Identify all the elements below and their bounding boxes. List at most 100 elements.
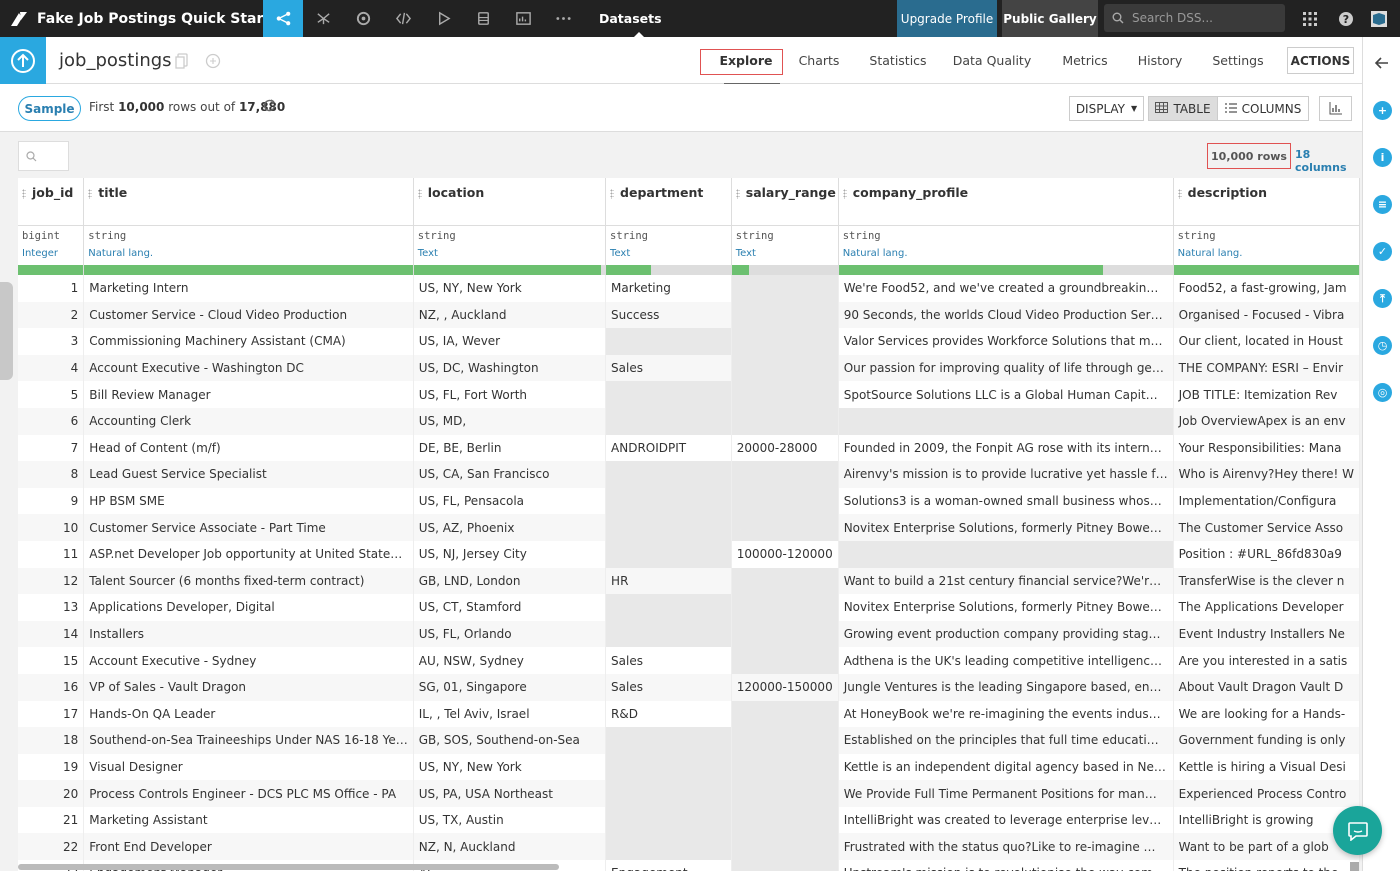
run-icon[interactable]: [423, 0, 463, 37]
cell-title[interactable]: Visual Designer: [83, 753, 414, 781]
table-row[interactable]: 3 Commissioning Machinery Assistant (CMA)…: [18, 328, 1360, 355]
list-icon[interactable]: ≡: [1373, 195, 1392, 214]
cell-location[interactable]: US, DC, Washington: [413, 354, 607, 382]
cell-job_id[interactable]: 16: [18, 673, 85, 701]
column-meaning[interactable]: Natural lang.: [1178, 248, 1359, 259]
upgrade-profile-button[interactable]: Upgrade Profile: [897, 0, 997, 37]
cell-location[interactable]: US, CA, San Francisco: [413, 461, 607, 488]
cell-title[interactable]: Lead Guest Service Specialist: [83, 461, 414, 488]
horizontal-scrollbar[interactable]: [18, 864, 559, 870]
cell-company_profile[interactable]: [838, 540, 1174, 568]
cell-location[interactable]: GB, SOS, Southend-on-Sea: [413, 727, 607, 754]
cell-description[interactable]: Who is Airenvy?Hey there! W: [1173, 461, 1360, 488]
cell-salary_range[interactable]: [731, 275, 839, 302]
cell-job_id[interactable]: 21: [18, 806, 85, 834]
cell-location[interactable]: US, NY, New York: [413, 753, 607, 781]
table-row[interactable]: 5 Bill Review Manager US, FL, Fort Worth Sp…: [18, 381, 1360, 408]
cell-job_id[interactable]: 11: [18, 540, 85, 568]
cell-company_profile[interactable]: At HoneyBook we're re-imagining the even…: [838, 700, 1174, 728]
cell-description[interactable]: The position reports to the: [1173, 860, 1360, 871]
cell-salary_range[interactable]: [731, 806, 839, 834]
cell-job_id[interactable]: 12: [18, 567, 85, 595]
cell-title[interactable]: Customer Service Associate - Part Time: [83, 514, 414, 541]
cell-department[interactable]: [605, 487, 732, 515]
left-panel-handle[interactable]: [0, 282, 13, 380]
table-row[interactable]: 9 HP BSM SME US, FL, Pensacola Solutions3 i…: [18, 487, 1360, 515]
cell-department[interactable]: [605, 540, 732, 568]
column-meaning[interactable]: Text: [736, 248, 838, 259]
cell-company_profile[interactable]: Established on the principles that full …: [838, 727, 1174, 754]
apps-grid-icon[interactable]: [1295, 0, 1325, 37]
cell-salary_range[interactable]: [731, 647, 839, 674]
cell-company_profile[interactable]: Valor Services provides Workforce Soluti…: [838, 328, 1174, 355]
cell-title[interactable]: Southend-on-Sea Traineeships Under NAS 1…: [83, 727, 414, 754]
cell-salary_range[interactable]: [731, 727, 839, 754]
cell-description[interactable]: Want to be part of a glob: [1173, 833, 1360, 861]
collapse-arrow-icon[interactable]: [1374, 55, 1390, 74]
cell-job_id[interactable]: 20: [18, 780, 85, 807]
cell-title[interactable]: VP of Sales - Vault Dragon: [83, 673, 414, 701]
table-row[interactable]: 8 Lead Guest Service Specialist US, CA, Sa…: [18, 461, 1360, 488]
cell-job_id[interactable]: 13: [18, 594, 85, 621]
column-meaning[interactable]: Text: [610, 248, 731, 259]
cell-company_profile[interactable]: Frustrated with the status quo?Like to r…: [838, 833, 1174, 861]
cell-job_id[interactable]: 8: [18, 461, 85, 488]
cell-department[interactable]: [605, 381, 732, 408]
cell-salary_range[interactable]: [731, 780, 839, 807]
cell-department[interactable]: Sales: [605, 647, 732, 674]
cell-department[interactable]: [605, 461, 732, 488]
cell-location[interactable]: US, NJ, Jersey City: [413, 540, 607, 568]
tab-history[interactable]: History: [1130, 37, 1190, 84]
cell-job_id[interactable]: 7: [18, 434, 85, 462]
cell-salary_range[interactable]: [731, 833, 839, 861]
table-row[interactable]: 6 Accounting Clerk US, MD, Job OverviewApex…: [18, 407, 1360, 435]
dss-logo-icon[interactable]: [0, 0, 37, 37]
drag-handle-icon[interactable]: [417, 189, 422, 199]
cell-description[interactable]: The Customer Service Asso: [1173, 514, 1360, 541]
column-meaning[interactable]: Text: [418, 248, 605, 259]
cell-salary_range[interactable]: 100000-120000: [731, 540, 839, 568]
cell-location[interactable]: GB, LND, London: [413, 567, 607, 595]
cell-company_profile[interactable]: 90 Seconds, the worlds Cloud Video Produ…: [838, 301, 1174, 329]
cell-description[interactable]: The Applications Developer: [1173, 594, 1360, 621]
cell-company_profile[interactable]: Solutions3 is a woman-owned small busine…: [838, 487, 1174, 515]
cell-title[interactable]: Customer Service - Cloud Video Productio…: [83, 301, 414, 329]
public-gallery-button[interactable]: Public Gallery: [1002, 0, 1098, 37]
cell-job_id[interactable]: 6: [18, 407, 85, 435]
cell-location[interactable]: US, TX, Austin: [413, 806, 607, 834]
search-box[interactable]: [1104, 4, 1285, 32]
copy-icon[interactable]: [175, 53, 191, 69]
help-icon[interactable]: ?: [1331, 0, 1361, 37]
cell-department[interactable]: [605, 407, 732, 435]
column-header-salary_range[interactable]: salary_range: [731, 178, 839, 226]
column-meaning[interactable]: Natural lang.: [88, 248, 412, 259]
cell-department[interactable]: [605, 806, 732, 834]
refresh-icon[interactable]: [262, 98, 277, 117]
validity-bar[interactable]: [605, 265, 732, 275]
drag-handle-icon[interactable]: [610, 189, 615, 199]
table-row[interactable]: 10 Customer Service Associate - Part Time…: [18, 514, 1360, 541]
cell-company_profile[interactable]: Growing event production company providi…: [838, 620, 1174, 648]
table-row[interactable]: 22 Front End Developer NZ, N, Auckland Frus…: [18, 833, 1360, 861]
cell-description[interactable]: Event Industry Installers Ne: [1173, 620, 1360, 648]
table-row[interactable]: 18 Southend-on-Sea Traineeships Under NAS…: [18, 727, 1360, 754]
table-row[interactable]: 17 Hands-On QA Leader IL, , Tel Aviv, Isra…: [18, 700, 1360, 728]
more-icon[interactable]: [543, 0, 583, 37]
cell-description[interactable]: Are you interested in a satis: [1173, 647, 1360, 674]
cell-salary_range[interactable]: [731, 514, 839, 541]
search-input[interactable]: [1132, 11, 1272, 25]
cell-description[interactable]: Implementation/Configura: [1173, 487, 1360, 515]
cell-salary_range[interactable]: [731, 594, 839, 621]
table-row[interactable]: 2 Customer Service - Cloud Video Producti…: [18, 301, 1360, 329]
cell-location[interactable]: NZ, , Auckland: [413, 301, 607, 329]
cell-department[interactable]: [605, 514, 732, 541]
cell-description[interactable]: About Vault Dragon Vault D: [1173, 673, 1360, 701]
column-meaning[interactable]: Integer: [22, 248, 83, 259]
cell-department[interactable]: R&D: [605, 700, 732, 728]
cell-title[interactable]: Account Executive - Sydney: [83, 647, 414, 674]
cell-department[interactable]: [605, 753, 732, 781]
cell-description[interactable]: Kettle is hiring a Visual Desi: [1173, 753, 1360, 781]
timeline-icon[interactable]: ◷: [1373, 336, 1392, 355]
cell-description[interactable]: Job OverviewApex is an env: [1173, 407, 1360, 435]
cell-company_profile[interactable]: Novitex Enterprise Solutions, formerly P…: [838, 514, 1174, 541]
